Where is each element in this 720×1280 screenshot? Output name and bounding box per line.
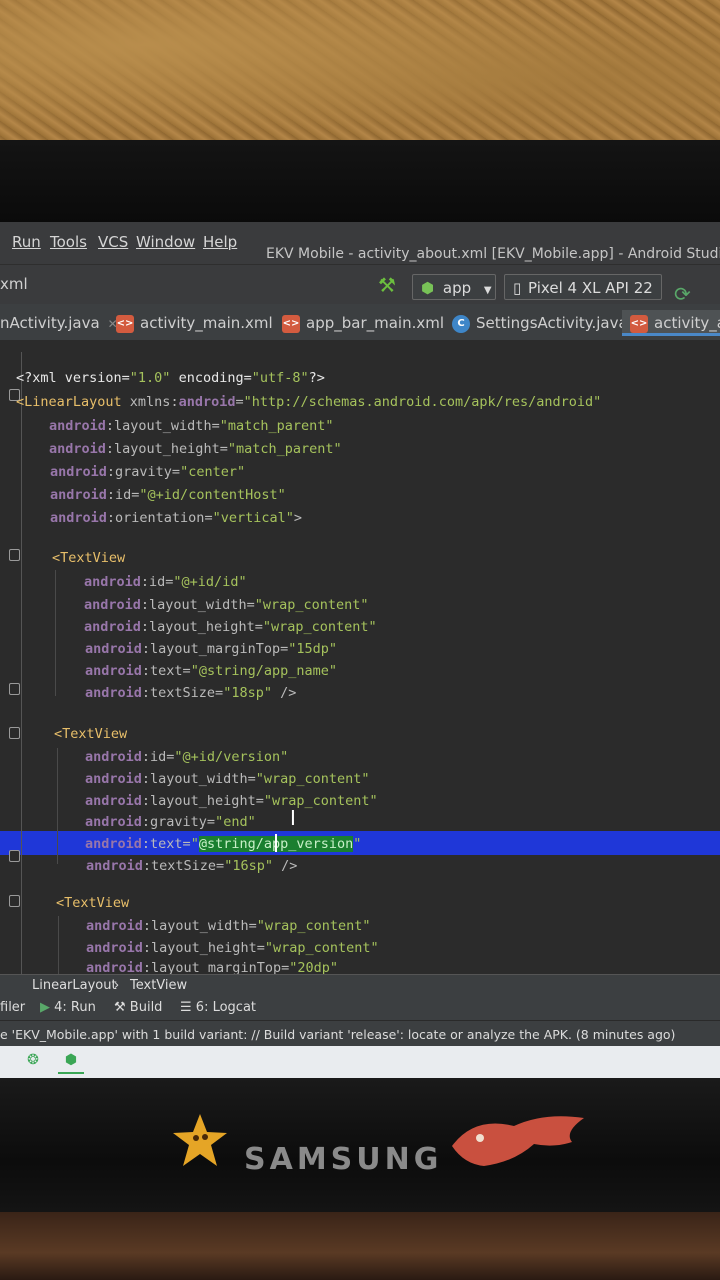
class-icon: C [452,314,470,333]
menu-vcs[interactable]: VCS [98,233,128,251]
code-line-4: android:layout_height="match_parent" [49,441,342,457]
code-line-11: android:layout_height="wrap_content" [84,619,377,635]
code-line-6: android:id="@+id/contentHost" [50,487,286,503]
build-tool-button[interactable]: ⚒ Build [114,1000,162,1015]
tab-settings-activity-java[interactable]: CSettingsActivity.java✕ [452,310,646,336]
menu-bar: Run Tools VCS Window Help EKV Mobile - a… [0,222,720,264]
navigation-bar-file[interactable]: xml [0,275,28,293]
chevron-down-icon: ▼ [483,285,492,296]
fold-marker-icon[interactable] [9,850,20,862]
android-studio-window: Run Tools VCS Window Help EKV Mobile - a… [0,222,720,1080]
run-config-label: app [442,279,472,297]
star-sticker-icon [173,1114,227,1166]
tool-window-bar: filer ▶ 4: Run ⚒ Build ☰ 6: Logcat [0,996,720,1020]
menu-run[interactable]: Run [12,233,41,251]
code-line-14: android:textSize="18sp" /> [85,685,297,701]
code-line-24: android:layout_height="wrap_content" [86,940,379,956]
desk-surface [0,1212,720,1280]
xml-file-icon: <> [116,314,134,333]
editor-tab-bar: nActivity.java✕ <>activity_main.xml✕ <>a… [0,304,720,341]
profiler-tool-button[interactable]: filer [0,1000,25,1015]
tab-label: activity_main.xml [140,314,273,332]
tab-label: activity_abo [654,314,720,332]
text-caret [275,834,277,852]
menu-window[interactable]: Window [136,233,195,251]
menu-tools[interactable]: Tools [50,233,87,251]
run-tool-label: 4: Run [54,1000,96,1015]
code-line-15: <TextView [54,726,128,742]
phone-icon: ▯ [513,279,522,297]
code-line-21: android:textSize="16sp" /> [86,858,298,874]
samsung-logo: SAMSUNG [244,1142,443,1177]
tab-activity-about-xml[interactable]: <> activity_abo [622,310,720,336]
code-line-23: android:layout_width="wrap_content" [86,918,371,934]
tab-activity-main-xml[interactable]: <>activity_main.xml✕ [116,310,291,336]
build-tool-label: Build [129,1000,163,1015]
code-line-22: <TextView [56,895,130,911]
android-icon: ⬢ [421,279,435,297]
fold-marker-icon[interactable] [9,727,20,739]
indent-guide [55,570,56,696]
status-message: e 'EKV_Mobile.app' with 1 build variant:… [0,1027,676,1042]
breadcrumb-linearlayout[interactable]: LinearLayout [32,978,117,993]
xml-file-icon: <> [282,314,300,333]
logcat-tool-button[interactable]: ☰ 6: Logcat [180,1000,256,1015]
run-tool-button[interactable]: ▶ 4: Run [40,1000,96,1015]
device-select[interactable]: ▯ Pixel 4 XL API 22 ▼ [504,274,662,322]
dragon-sticker-icon [452,1116,584,1166]
app-icon[interactable]: ❂ [20,1052,46,1072]
code-line-1: <?xml version="1.0" encoding="utf-8"?> [16,370,325,386]
breadcrumb-separator: › [114,978,120,993]
menu-help[interactable]: Help [203,233,237,251]
xml-breadcrumb: LinearLayout › TextView [0,974,720,997]
monitor-bezel-top [0,140,720,225]
run-configuration-select[interactable]: ⬢ app ▼ [412,274,496,300]
code-line-10: android:layout_width="wrap_content" [84,597,369,613]
hammer-icon: ⚒ [114,1000,126,1015]
logcat-icon: ☰ [180,1000,192,1015]
code-line-5: android:gravity="center" [50,464,246,480]
code-line-20: android:text="@string/app_version" [85,836,362,852]
tab-app-bar-main-xml[interactable]: <>app_bar_main.xml✕ [282,310,462,336]
code-line-13: android:text="@string/app_name" [85,663,337,679]
code-line-16: android:id="@+id/version" [85,749,289,765]
apply-changes-icon[interactable]: ⟳ [674,282,691,306]
mouse-ibeam-cursor-icon: I [290,806,296,830]
background-wall [0,0,720,150]
tab-main-activity-java[interactable]: nActivity.java ✕ [0,310,118,336]
code-line-17: android:layout_width="wrap_content" [85,771,370,787]
tab-label: app_bar_main.xml [306,314,445,332]
indent-guide [58,916,59,978]
logcat-tool-label: 6: Logcat [195,1000,257,1015]
xml-file-icon: <> [630,314,648,333]
play-icon: ▶ [40,1000,50,1015]
code-line-18: android:layout_height="wrap_content" [85,793,378,809]
tab-label: SettingsActivity.java [476,314,628,332]
code-line-9: android:id="@+id/id" [84,574,247,590]
code-line-3: android:layout_width="match_parent" [49,418,334,434]
indent-guide [57,748,58,864]
fold-marker-icon[interactable] [9,683,20,695]
hammer-icon[interactable]: ⚒ [378,273,396,297]
gutter-divider [21,352,22,978]
fold-marker-icon[interactable] [9,895,20,907]
code-line-7: android:orientation="vertical"> [50,510,302,526]
status-bar: e 'EKV_Mobile.app' with 1 build variant:… [0,1020,720,1047]
code-editor[interactable]: <?xml version="1.0" encoding="utf-8"?> <… [0,352,720,978]
breadcrumb-textview[interactable]: TextView [130,978,187,993]
window-title: EKV Mobile - activity_about.xml [EKV_Mob… [266,246,720,262]
code-line-2: <LinearLayout xmlns:android="http://sche… [16,394,602,410]
fold-marker-icon[interactable] [9,549,20,561]
tab-label: nActivity.java [0,314,100,332]
code-line-12: android:layout_marginTop="15dp" [85,641,337,657]
android-studio-taskbar-icon[interactable]: ⬢ [58,1052,84,1074]
code-line-19: android:gravity="end" [85,814,256,830]
os-taskbar: ❂ ⬢ [0,1046,720,1080]
device-label: Pixel 4 XL API 22 [528,279,653,297]
code-line-8: <TextView [52,550,126,566]
